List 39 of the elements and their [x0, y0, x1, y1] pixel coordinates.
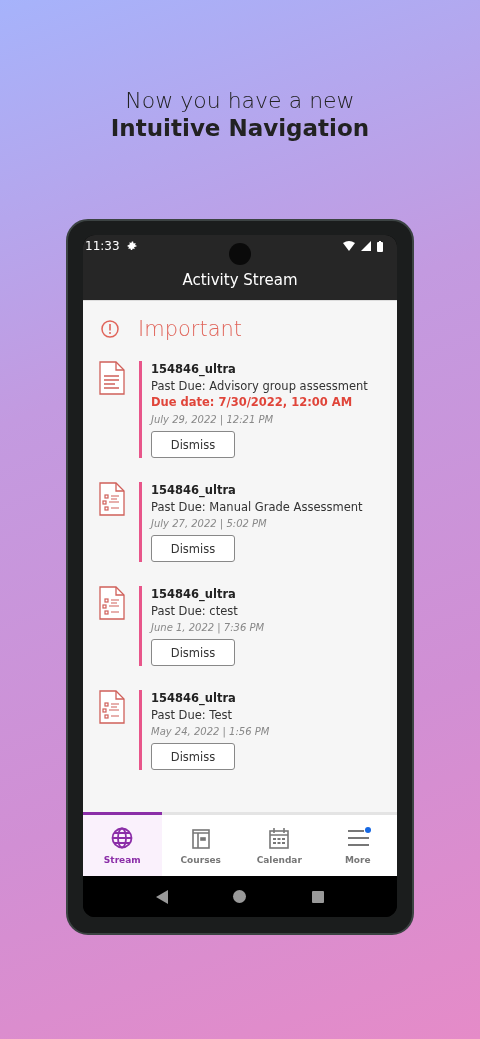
globe-icon: [111, 826, 134, 849]
dismiss-button[interactable]: Dismiss: [151, 639, 235, 666]
dismiss-button[interactable]: Dismiss: [151, 535, 235, 562]
headline-title: Intuitive Navigation: [110, 115, 370, 141]
home-icon: [233, 890, 247, 903]
calendar-icon: [268, 826, 291, 849]
nav-tab[interactable]: Stream: [83, 812, 162, 876]
dismiss-button[interactable]: Dismiss: [151, 431, 235, 458]
item-title: Past Due: ctest: [151, 603, 238, 619]
item-date: May 24, 2022 | 1:56 PM: [151, 725, 270, 740]
course-name: 154846_ultra: [151, 361, 236, 378]
document-icon: [99, 361, 125, 395]
camera-icon: [229, 243, 251, 265]
back-icon: [155, 889, 168, 904]
headline-text: Now you have a new: [125, 88, 355, 113]
item-date: July 29, 2022 | 12:21 PM: [151, 413, 274, 428]
course-name: 154846_ultra: [151, 586, 236, 603]
recents-icon: [312, 890, 325, 903]
gear-icon: [125, 240, 138, 252]
item-title: Past Due: Advisory group assessment: [151, 378, 368, 394]
wifi-icon: [343, 241, 355, 251]
document-icon: [99, 482, 125, 516]
battery-icon: [377, 240, 383, 252]
course-name: 154846_ultra: [151, 690, 236, 707]
book-icon: [189, 826, 212, 849]
item-date: July 27, 2022 | 5:02 PM: [151, 517, 267, 532]
signal-icon: [361, 241, 371, 251]
item-title: Past Due: Manual Grade Assessment: [151, 499, 363, 515]
course-name: 154846_ultra: [151, 482, 236, 499]
status-time: 11:33: [85, 239, 120, 253]
item-date: June 1, 2022 | 7:36 PM: [151, 621, 265, 636]
item-title: Past Due: Test: [151, 707, 233, 723]
document-icon: [99, 690, 125, 724]
document-icon: [99, 586, 125, 620]
dismiss-button[interactable]: Dismiss: [151, 743, 235, 770]
app-bar-title: Activity Stream: [182, 270, 298, 289]
alert-icon: [100, 319, 120, 339]
due-date: Due date: 7/30/2022, 12:00 AM: [151, 394, 353, 411]
section-title: Important: [138, 317, 243, 341]
